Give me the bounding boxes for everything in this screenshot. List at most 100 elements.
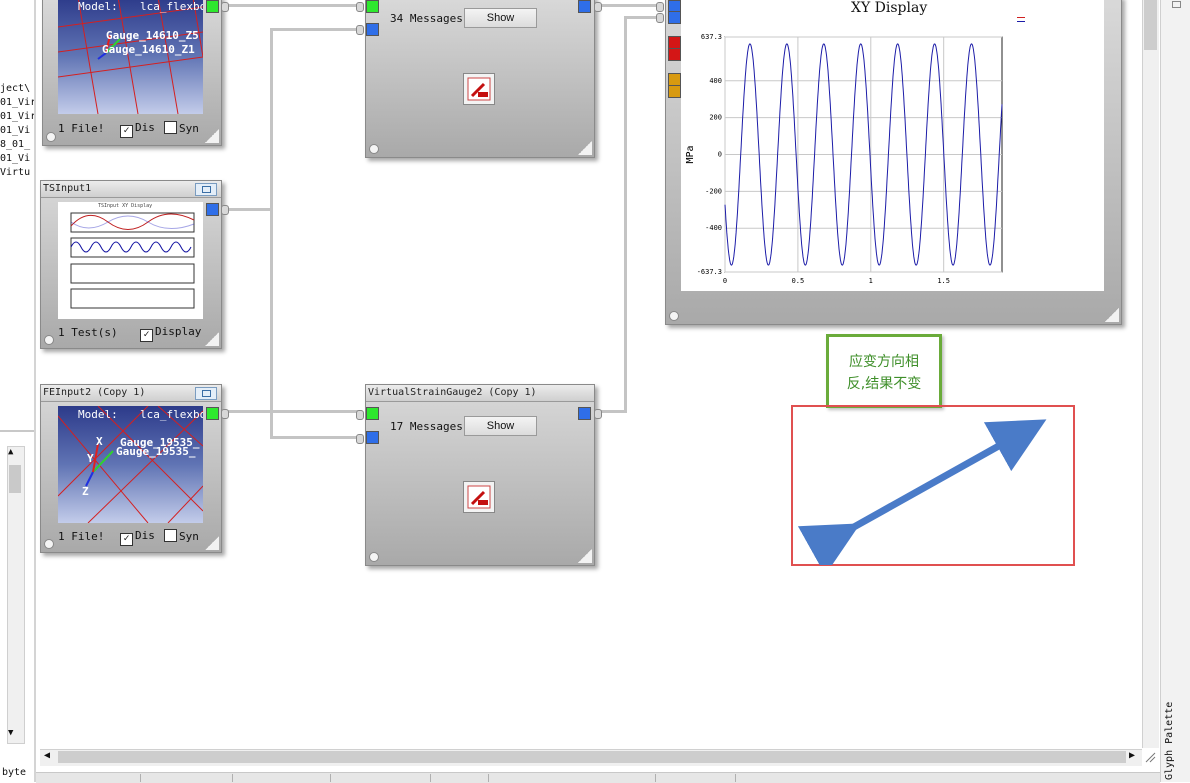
port-connector[interactable]: [656, 13, 664, 23]
tree-item[interactable]: Virtu: [0, 166, 34, 180]
input-port[interactable]: [668, 11, 681, 24]
tab-separator: [735, 774, 736, 782]
splitter[interactable]: [34, 0, 36, 782]
gauge-label: Gauge_14610_Z5: [106, 29, 199, 42]
palette-icon[interactable]: [1172, 1, 1181, 8]
port-connector[interactable]: [221, 409, 229, 419]
port-connector[interactable]: [221, 2, 229, 12]
feinput2-glyph[interactable]: FEInput2 (Copy 1) Model: lca_flexbod Gau…: [40, 384, 222, 553]
input-port[interactable]: [366, 0, 379, 13]
sync-checkbox[interactable]: Syn: [164, 529, 199, 543]
wire: [596, 4, 658, 7]
glyph-palette-tab[interactable]: Glyph Palette: [1164, 700, 1184, 780]
input-port[interactable]: [366, 23, 379, 36]
glyph-title[interactable]: FEInput2 (Copy 1): [41, 385, 221, 402]
file-count: 1 File!: [58, 530, 105, 543]
xy-display-glyph[interactable]: XY Display 637.3 400 200 0 -200 -400 -637.3 0 0.…: [665, 0, 1122, 325]
resize-grip[interactable]: [578, 549, 592, 563]
project-tree[interactable]: ject\ 01_Vir 01_Vir 01_Vi 8_01_ 01_Vi Vi…: [0, 82, 34, 180]
virtual-strain-gauge2-glyph[interactable]: VirtualStrainGauge2 (Copy 1) 17 Messages…: [365, 384, 595, 566]
strain-gauge-icon[interactable]: [463, 481, 495, 513]
port-connector[interactable]: [594, 2, 602, 12]
feinput-glyph-top[interactable]: Model: lca_flexbod Gauge_14610_Z5 Gauge_…: [42, 0, 222, 146]
glyph-title[interactable]: VirtualStrainGauge2 (Copy 1): [366, 385, 594, 402]
input-port[interactable]: [668, 48, 681, 61]
wire: [624, 16, 627, 413]
port-connector[interactable]: [356, 2, 364, 12]
tree-item[interactable]: 01_Vi: [0, 124, 34, 138]
resize-grip[interactable]: [205, 536, 219, 550]
display-checkbox[interactable]: ✓ Display: [140, 325, 201, 342]
strain-gauge-icon[interactable]: [463, 73, 495, 105]
scroll-up-icon[interactable]: ▲: [8, 447, 13, 457]
output-port[interactable]: [206, 407, 219, 420]
input-port[interactable]: [366, 431, 379, 444]
scroll-right-icon[interactable]: ▶: [1129, 750, 1135, 761]
output-port[interactable]: [578, 0, 591, 13]
bottom-tab-bar[interactable]: [36, 772, 1160, 783]
tree-item[interactable]: 01_Vi: [0, 152, 34, 166]
y-tick-label: -400: [705, 224, 722, 232]
resize-grip[interactable]: [578, 141, 592, 155]
tree-item[interactable]: ject\: [0, 82, 34, 96]
tsinput-glyph[interactable]: TSInput1 TSInput XY Display 1 Test(s) ✓ D…: [40, 180, 222, 349]
x-tick-label: 0: [723, 277, 727, 285]
tab-separator: [140, 774, 141, 782]
port-connector[interactable]: [356, 434, 364, 444]
left-scrollbar-thumb[interactable]: [9, 465, 21, 493]
output-port[interactable]: [578, 407, 591, 420]
annotation-note[interactable]: 应变方向相 反,结果不变: [826, 334, 942, 408]
window-icon[interactable]: [195, 183, 217, 196]
horizontal-scrollbar-thumb[interactable]: [58, 751, 1126, 763]
display-checkbox[interactable]: ✓ Dis: [120, 529, 155, 546]
x-tick-label: 1.5: [937, 277, 950, 285]
test-count: 1 Test(s): [58, 326, 118, 339]
sync-checkbox[interactable]: Syn: [164, 121, 199, 135]
model-label: Model:: [78, 0, 118, 13]
status-indicator: [46, 132, 56, 142]
messages-count: 34 Messages: [390, 12, 463, 25]
canvas-vertical-scrollbar[interactable]: [1142, 0, 1159, 748]
y-tick-label: 637.3: [701, 33, 722, 41]
input-port[interactable]: [366, 407, 379, 420]
xy-plot-area: XY Display 637.3 400 200 0 -200 -400 -637.3 0 0.…: [681, 0, 1104, 291]
model-thumbnail: Model: lca_flexbod Gauge_14610_Z5 Gauge_…: [58, 0, 203, 114]
glyph-title[interactable]: TSInput1: [41, 181, 221, 198]
resize-grip[interactable]: [205, 129, 219, 143]
scroll-left-icon[interactable]: ◀: [44, 750, 50, 761]
model-value: lca_flexbod: [140, 408, 203, 421]
model-value: lca_flexbod: [140, 0, 203, 13]
double-arrow-icon[interactable]: [790, 405, 1070, 565]
output-port[interactable]: [206, 0, 219, 13]
port-connector[interactable]: [656, 2, 664, 12]
tree-item[interactable]: 8_01_: [0, 138, 34, 152]
show-button[interactable]: Show: [464, 416, 537, 436]
panel-divider[interactable]: [0, 430, 36, 432]
tree-item[interactable]: 01_Vir: [0, 96, 34, 110]
axis-label: Y: [87, 452, 94, 465]
wire: [270, 436, 362, 439]
port-connector[interactable]: [221, 205, 229, 215]
output-port[interactable]: [206, 203, 219, 216]
glyph-palette-panel[interactable]: [1160, 0, 1190, 782]
virtual-strain-gauge-glyph-top[interactable]: 34 Messages Show: [365, 0, 595, 158]
display-checkbox[interactable]: ✓ Dis: [120, 121, 155, 138]
show-button[interactable]: Show: [464, 8, 537, 28]
status-indicator: [44, 335, 54, 345]
model-thumbnail: Model: lca_flexbod Gauge_19535_ Gauge_19…: [58, 406, 203, 523]
status-indicator: [44, 539, 54, 549]
tab-separator: [330, 774, 331, 782]
tree-item[interactable]: 01_Vir: [0, 110, 34, 124]
port-connector[interactable]: [594, 409, 602, 419]
port-connector[interactable]: [356, 25, 364, 35]
vertical-scrollbar-thumb[interactable]: [1144, 0, 1157, 50]
scroll-down-icon[interactable]: ▼: [8, 728, 13, 738]
messages-count: 17 Messages: [390, 420, 463, 433]
port-connector[interactable]: [356, 410, 364, 420]
window-icon[interactable]: [195, 387, 217, 400]
resize-grip[interactable]: [205, 332, 219, 346]
resize-grip[interactable]: [1105, 308, 1119, 322]
input-port[interactable]: [668, 85, 681, 98]
y-tick-label: 0: [718, 151, 722, 159]
y-tick-label: -200: [705, 187, 722, 195]
